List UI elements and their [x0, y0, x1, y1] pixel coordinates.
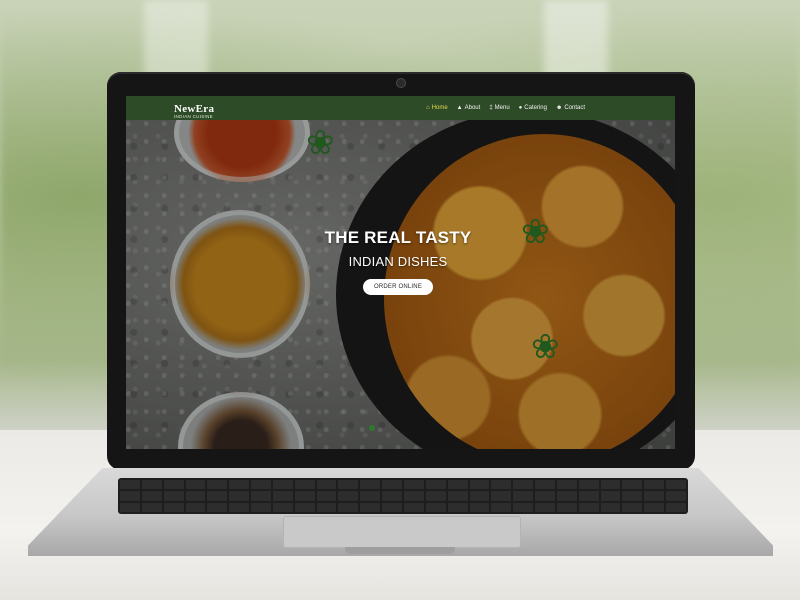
laptop-notch — [345, 547, 455, 554]
nav-label: Home — [431, 105, 448, 111]
home-icon: ▲ — [456, 105, 463, 111]
hero-subtitle: INDIAN DISHES — [348, 254, 448, 269]
trackpad — [283, 516, 521, 548]
fork-knife-icon: ‡ — [489, 105, 493, 111]
nav-item-about[interactable]: ▲ About — [457, 105, 481, 111]
logo-tagline: INDIAN CUISINE — [174, 114, 213, 119]
nav-item-contact[interactable]: ☻ Contact — [556, 105, 585, 111]
order-online-button[interactable]: ORDER ONLINE — [362, 279, 434, 295]
nav-label: About — [464, 105, 481, 111]
keyboard — [118, 478, 688, 514]
home-icon: ⌂ — [426, 105, 430, 111]
nav-label: Contact — [564, 105, 585, 111]
nav-item-menu[interactable]: ‡ Menu — [489, 105, 509, 111]
site-logo[interactable]: NewEra INDIAN CUISINE — [174, 99, 214, 120]
webcam-icon — [396, 78, 406, 88]
main-nav: ⌂ Home ▲ About ‡ Menu ● Catering ☻ Conta… — [426, 96, 585, 120]
hero-title: THE REAL TASTY — [324, 228, 472, 247]
nav-label: Catering — [524, 105, 547, 111]
nav-label: Menu — [494, 105, 510, 111]
hero-content: THE REAL TASTY INDIAN DISHES ORDER ONLIN… — [316, 228, 480, 295]
user-icon: ☻ — [555, 105, 563, 111]
site-navbar: NewEra INDIAN CUISINE ⌂ Home ▲ About ‡ M… — [126, 96, 675, 120]
hero-banner: ❀ ❀ ❀ THE REAL TASTY INDIAN DISHES ORDER… — [126, 120, 675, 449]
nav-item-home[interactable]: ⌂ Home — [426, 105, 448, 111]
slider-indicator[interactable] — [369, 425, 375, 431]
laptop-screen: NewEra INDIAN CUISINE ⌂ Home ▲ About ‡ M… — [126, 96, 675, 449]
nav-item-catering[interactable]: ● Catering — [519, 105, 547, 111]
chef-hat-icon: ● — [518, 105, 523, 111]
